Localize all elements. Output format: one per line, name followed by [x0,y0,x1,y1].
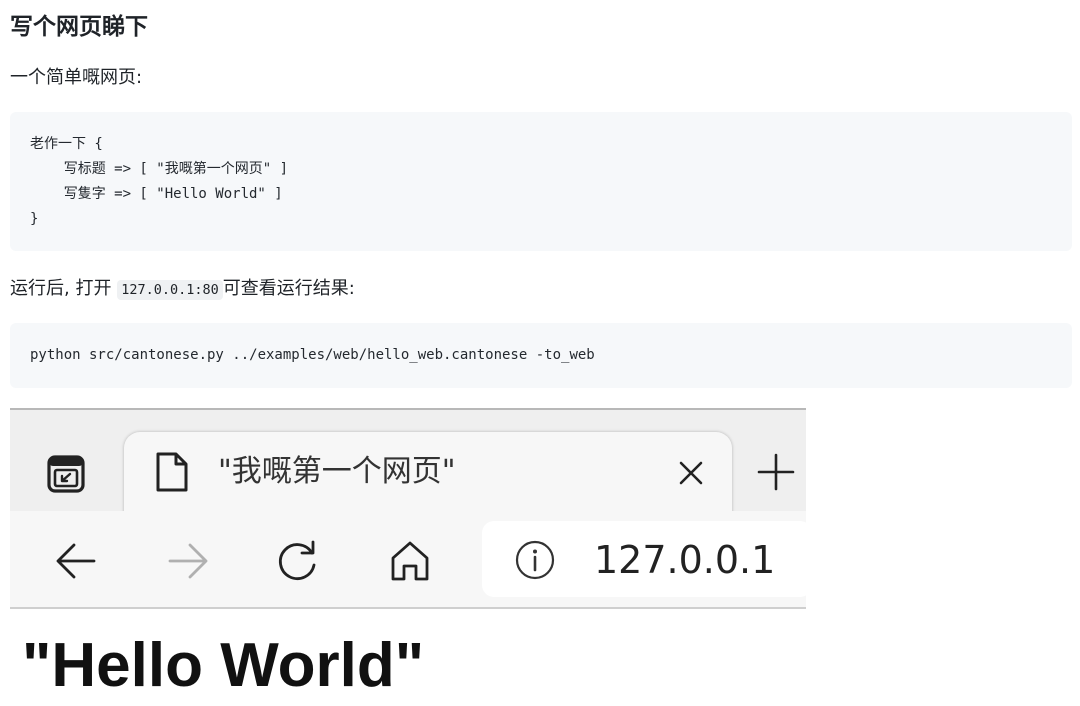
code-line: 老作一下 { [30,136,103,152]
command-text: python src/cantonese.py ../examples/web/… [30,347,595,363]
page-icon [156,452,188,492]
intro-text: 一个简单嘅网页: [10,67,143,88]
home-icon[interactable] [388,539,432,583]
run-instruction: 运行后, 打开 127.0.0.1:80 可查看运行结果: [10,276,355,303]
code-line: 写标题 => [ "我嘅第一个网页" ] [30,161,289,177]
refresh-icon[interactable] [276,539,320,583]
browser-screenshot: "我嘅第一个网页" 127.0.0.1 "Hello World" [10,408,806,706]
tab-title: "我嘅第一个网页" [218,454,456,489]
browser-nav-bar: 127.0.0.1 [10,511,806,609]
code-line: 写隻字 => [ "Hello World" ] [30,186,283,202]
address-url[interactable]: 127.0.0.1 [594,537,775,583]
inline-code-address: 127.0.0.1:80 [117,280,223,300]
run-instruction-prefix: 运行后, 打开 [10,278,112,299]
code-block-program-text: 老作一下 { 写标题 => [ "我嘅第一个网页" ] 写隻字 => [ "He… [30,132,1052,232]
info-icon[interactable] [514,539,556,581]
plus-icon[interactable] [756,452,796,492]
page-heading-hello-world: "Hello World" [22,631,425,700]
code-block-command: python src/cantonese.py ../examples/web/… [10,323,1072,388]
close-icon[interactable] [678,460,704,486]
forward-arrow-icon[interactable] [166,539,210,583]
browser-tab-bar: "我嘅第一个网页" [10,408,806,532]
address-bar[interactable]: 127.0.0.1 [482,521,806,597]
code-line: } [30,211,39,227]
section-heading: 写个网页睇下 [10,14,148,40]
run-instruction-suffix: 可查看运行结果: [222,278,355,299]
code-block-program: 老作一下 { 写标题 => [ "我嘅第一个网页" ] 写隻字 => [ "He… [10,112,1072,251]
workspaces-icon[interactable] [46,454,86,494]
back-arrow-icon[interactable] [54,539,98,583]
